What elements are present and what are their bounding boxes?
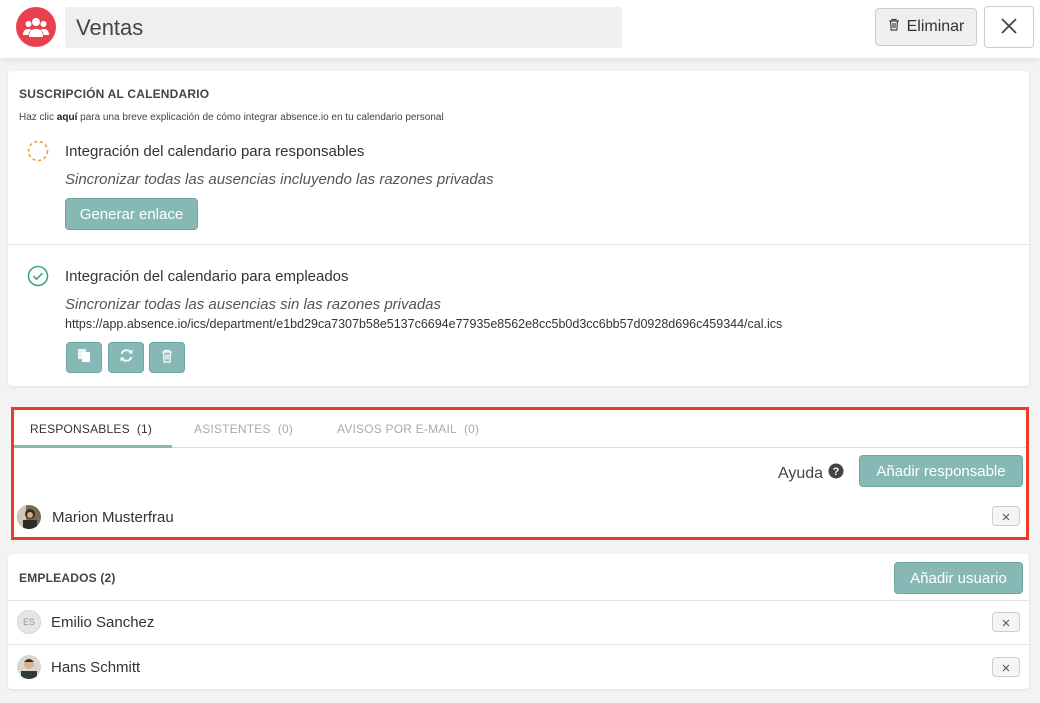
- managers-integration-title: Integración del calendario para responsa…: [65, 143, 365, 160]
- add-user-button[interactable]: Añadir usuario: [894, 562, 1023, 594]
- tab-assistants[interactable]: ASISTENTES (0): [194, 422, 293, 436]
- avatar-initials: ES: [17, 610, 41, 634]
- managers-panel: RESPONSABLES (1) ASISTENTES (0) AVISOS P…: [11, 407, 1029, 540]
- tab-managers[interactable]: RESPONSABLES (1): [30, 422, 152, 436]
- pending-status-icon: [27, 140, 49, 162]
- generate-link-button[interactable]: Generar enlace: [65, 198, 198, 230]
- delete-button[interactable]: Eliminar: [875, 8, 977, 46]
- tab-email-count: (0): [463, 422, 480, 436]
- divider: [8, 644, 1029, 645]
- remove-employee-button[interactable]: [992, 612, 1020, 632]
- department-title-input[interactable]: [65, 7, 622, 48]
- tab-email-label: AVISOS POR E-MAIL: [337, 422, 457, 436]
- remove-employee-button[interactable]: [992, 657, 1020, 677]
- trash-icon: [161, 349, 173, 367]
- help-label: Ayuda: [778, 464, 824, 482]
- close-button[interactable]: [984, 6, 1034, 48]
- question-circle-icon: ?: [828, 463, 844, 484]
- close-icon: [1002, 660, 1010, 675]
- employees-integration-title: Integración del calendario para empleado…: [65, 268, 349, 285]
- tab-assistants-label: ASISTENTES: [194, 422, 271, 436]
- help-link[interactable]: Ayuda ?: [778, 463, 844, 484]
- close-icon: [1002, 615, 1010, 630]
- hint-link[interactable]: aquí: [57, 112, 78, 123]
- copy-link-button[interactable]: [66, 342, 102, 373]
- avatar: [17, 505, 41, 529]
- delete-link-button[interactable]: [149, 342, 185, 373]
- employee-name: Hans Schmitt: [51, 659, 141, 676]
- calendar-section-title: SUSCRIPCIÓN AL CALENDARIO: [19, 87, 210, 101]
- refresh-link-button[interactable]: [108, 342, 144, 373]
- managers-integration-subtitle: Sincronizar todas las ausencias incluyen…: [65, 171, 494, 188]
- tab-email-notifications[interactable]: AVISOS POR E-MAIL (0): [337, 422, 479, 436]
- copy-icon: [77, 348, 91, 367]
- avatar: [17, 655, 41, 679]
- close-icon: [1000, 17, 1018, 38]
- employees-integration-subtitle: Sincronizar todas las ausencias sin las …: [65, 296, 442, 313]
- delete-button-label: Eliminar: [906, 18, 965, 35]
- add-manager-button[interactable]: Añadir responsable: [859, 455, 1023, 487]
- divider: [8, 600, 1029, 601]
- tab-managers-label: RESPONSABLES: [30, 422, 130, 436]
- remove-manager-button[interactable]: [992, 506, 1020, 526]
- top-bar: Eliminar: [0, 0, 1040, 58]
- check-circle-icon: [27, 265, 49, 287]
- tab-managers-count: (1): [136, 422, 153, 436]
- tab-assistants-count: (0): [277, 422, 294, 436]
- hint-prefix: Haz clic: [19, 112, 57, 123]
- calendar-hint: Haz clic aquí para una breve explicación…: [19, 112, 444, 123]
- employee-name: Emilio Sanchez: [51, 614, 155, 631]
- svg-text:?: ?: [833, 466, 840, 478]
- divider: [8, 244, 1029, 245]
- manager-name: Marion Musterfrau: [52, 509, 174, 526]
- trash-icon: [888, 18, 900, 36]
- employees-card: EMPLEADOS (2) Añadir usuario ES Emilio S…: [8, 554, 1029, 689]
- refresh-icon: [119, 348, 134, 367]
- employees-section-title: EMPLEADOS (2): [19, 571, 116, 585]
- department-group-icon: [16, 7, 56, 47]
- active-tab-indicator: [14, 445, 172, 448]
- calendar-subscription-card: SUSCRIPCIÓN AL CALENDARIO Haz clic aquí …: [8, 71, 1029, 386]
- hint-suffix: para una breve explicación de cómo integ…: [77, 112, 444, 123]
- calendar-url: https://app.absence.io/ics/department/e1…: [65, 317, 783, 331]
- close-icon: [1002, 509, 1010, 524]
